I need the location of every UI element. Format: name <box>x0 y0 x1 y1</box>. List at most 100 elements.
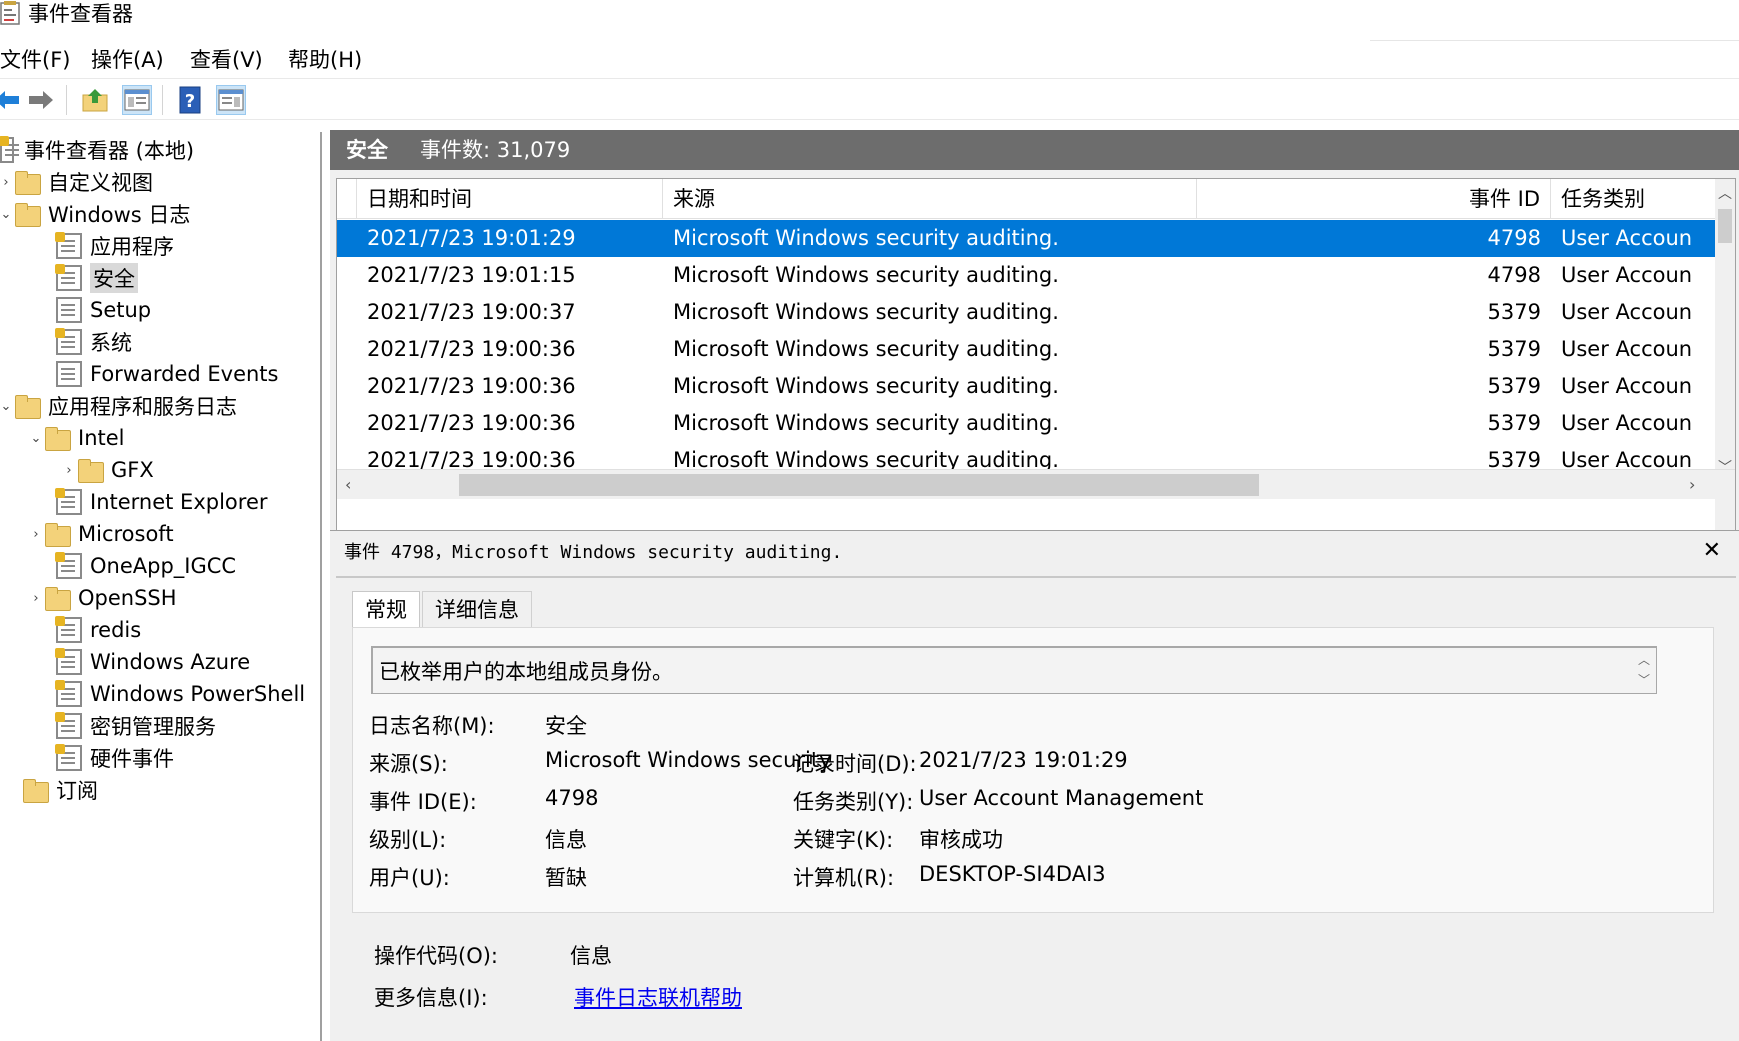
cell-datetime: 2021/7/23 19:00:36 <box>367 411 576 435</box>
chevron-right-icon[interactable]: › <box>28 591 44 606</box>
tab-details[interactable]: 详细信息 <box>422 591 532 627</box>
tree-item-microsoft[interactable]: › Microsoft <box>28 518 174 550</box>
column-header-event-id[interactable]: 事件 ID <box>1197 179 1551 219</box>
online-help-link[interactable]: 事件日志联机帮助 <box>574 982 742 1012</box>
tree-item-internet-explorer[interactable]: Internet Explorer <box>55 486 268 518</box>
tree-item-subscriptions[interactable]: 订阅 <box>22 774 98 806</box>
log-title: 安全 <box>346 138 388 162</box>
table-row[interactable]: 2021/7/23 19:00:36 Microsoft Windows sec… <box>337 368 1717 405</box>
tree-item-openssh[interactable]: › OpenSSH <box>28 582 177 614</box>
up-folder-button[interactable] <box>80 85 110 115</box>
cell-datetime: 2021/7/23 19:01:15 <box>367 263 576 287</box>
tree-item-label: 应用程序 <box>90 235 174 259</box>
tree-item-app-service-logs[interactable]: ⌄ 应用程序和服务日志 <box>0 390 237 422</box>
event-description-box[interactable]: 已枚举用户的本地组成员身份。 ︿ ﹀ <box>371 646 1657 694</box>
general-tab-panel: 已枚举用户的本地组成员身份。 ︿ ﹀ 日志名称(M): 安全 来源(S): Mi… <box>352 627 1714 913</box>
grid-horizontal-scrollbar[interactable]: ‹ › <box>337 469 1735 500</box>
tree-item-system[interactable]: 系统 <box>55 326 132 358</box>
tree-item-label: Intel <box>78 426 125 450</box>
back-button[interactable] <box>0 85 22 115</box>
tree-item-key-management[interactable]: 密钥管理服务 <box>55 710 216 742</box>
chevron-down-icon[interactable]: ﹀ <box>1638 670 1650 690</box>
description-scrollbar[interactable]: ︿ ﹀ <box>1638 650 1650 690</box>
title-bar: 事件查看器 <box>0 0 1739 41</box>
chevron-up-icon[interactable]: ︿ <box>1638 650 1650 670</box>
tree-item-oneapp-igcc[interactable]: OneApp_IGCC <box>55 550 237 582</box>
scrollbar-thumb[interactable] <box>1718 209 1732 243</box>
chevron-right-icon[interactable]: › <box>1689 470 1695 500</box>
tab-general[interactable]: 常规 <box>352 591 420 627</box>
tree-item-label: redis <box>90 618 142 642</box>
chevron-up-icon[interactable]: ︿ <box>1715 183 1735 203</box>
log-icon <box>55 648 82 675</box>
detail-title: 事件 4798，Microsoft Windows security audit… <box>344 542 843 563</box>
chevron-down-icon[interactable]: ⌄ <box>0 399 14 414</box>
tree-item-label: OneApp_IGCC <box>90 554 237 578</box>
column-header-source[interactable]: 来源 <box>663 179 1197 219</box>
cell-event-id: 4798 <box>1487 226 1541 250</box>
tree-item-event-viewer-local[interactable]: 事件查看器 (本地) <box>0 134 194 166</box>
log-icon <box>55 232 82 259</box>
tree-item-forwarded-events[interactable]: Forwarded Events <box>56 358 278 390</box>
value-event-id: 4798 <box>545 786 599 810</box>
chevron-down-icon[interactable]: ⌄ <box>28 431 44 446</box>
label-source: 来源(S): <box>369 752 448 776</box>
cell-task-category: User Accoun <box>1561 374 1693 398</box>
tree-item-windows-logs[interactable]: ⌄ Windows 日志 <box>0 198 190 230</box>
tree-item-label: Windows 日志 <box>48 203 191 227</box>
menu-help[interactable]: 帮助(H) <box>288 42 362 78</box>
tree-item-setup[interactable]: Setup <box>56 294 151 326</box>
show-action-pane-button[interactable] <box>216 85 246 115</box>
tree-item-windows-powershell[interactable]: Windows PowerShell <box>55 678 306 710</box>
tree-item-gfx[interactable]: › GFX <box>61 454 154 486</box>
chevron-left-icon[interactable]: ‹ <box>345 470 351 500</box>
tree-item-redis[interactable]: redis <box>55 614 142 646</box>
show-hide-tree-button[interactable] <box>122 85 152 115</box>
help-button[interactable]: ? <box>175 85 205 115</box>
event-viewer-icon <box>0 1 20 25</box>
cell-datetime: 2021/7/23 19:00:36 <box>367 337 576 361</box>
table-row[interactable]: 2021/7/23 19:01:15 Microsoft Windows sec… <box>337 257 1717 294</box>
menu-file[interactable]: 文件(F) <box>0 42 70 78</box>
tree-item-label: Windows PowerShell <box>90 682 306 706</box>
tree-item-label: OpenSSH <box>78 586 177 610</box>
column-header-task-category[interactable]: 任务类别 <box>1551 179 1717 219</box>
table-row[interactable]: 2021/7/23 19:00:37 Microsoft Windows sec… <box>337 294 1717 331</box>
toolbar-separator <box>162 85 163 115</box>
column-header-datetime[interactable]: 日期和时间 <box>357 179 663 219</box>
main-panel: 安全 事件数: 31,079 日期和时间 来源 事件 ID 任务类别 2021/… <box>330 130 1739 1041</box>
menu-action[interactable]: 操作(A) <box>91 42 164 78</box>
chevron-down-icon[interactable]: ⌄ <box>0 207 14 222</box>
table-row[interactable]: 2021/7/23 19:01:29 Microsoft Windows sec… <box>337 220 1717 257</box>
label-level: 级别(L): <box>369 828 447 852</box>
value-source: Microsoft Windows security <box>545 748 832 772</box>
tree-item-application[interactable]: 应用程序 <box>55 230 174 262</box>
tree-item-intel[interactable]: ⌄ Intel <box>28 422 125 454</box>
label-opcode: 操作代码(O): <box>374 944 498 968</box>
close-icon[interactable]: ✕ <box>1703 537 1721 565</box>
cell-source: Microsoft Windows security auditing. <box>673 411 1059 435</box>
cell-source: Microsoft Windows security auditing. <box>673 374 1059 398</box>
menu-view[interactable]: 查看(V) <box>190 42 263 78</box>
cell-event-id: 4798 <box>1487 263 1541 287</box>
chevron-right-icon[interactable]: › <box>61 463 77 478</box>
log-icon <box>56 297 82 323</box>
tree-item-security[interactable]: 安全 <box>55 262 138 294</box>
tree-item-custom-views[interactable]: › 自定义视图 <box>0 166 153 198</box>
label-log-name: 日志名称(M): <box>369 714 495 738</box>
chevron-right-icon[interactable]: › <box>0 175 14 190</box>
label-user: 用户(U): <box>369 866 450 890</box>
value-log-name: 安全 <box>545 714 587 738</box>
forward-button[interactable] <box>26 85 56 115</box>
log-icon <box>56 361 82 387</box>
table-row[interactable]: 2021/7/23 19:00:36 Microsoft Windows sec… <box>337 331 1717 368</box>
table-row[interactable]: 2021/7/23 19:00:36 Microsoft Windows sec… <box>337 405 1717 442</box>
tree-item-hardware-events[interactable]: 硬件事件 <box>55 742 174 774</box>
chevron-right-icon[interactable]: › <box>28 527 44 542</box>
tree-item-label: 安全 <box>90 263 138 293</box>
scrollbar-thumb[interactable] <box>459 474 1259 496</box>
tree-item-windows-azure[interactable]: Windows Azure <box>55 646 250 678</box>
console-tree-icon <box>124 89 150 111</box>
tree-item-label: 应用程序和服务日志 <box>48 395 237 419</box>
cell-event-id: 5379 <box>1487 374 1541 398</box>
